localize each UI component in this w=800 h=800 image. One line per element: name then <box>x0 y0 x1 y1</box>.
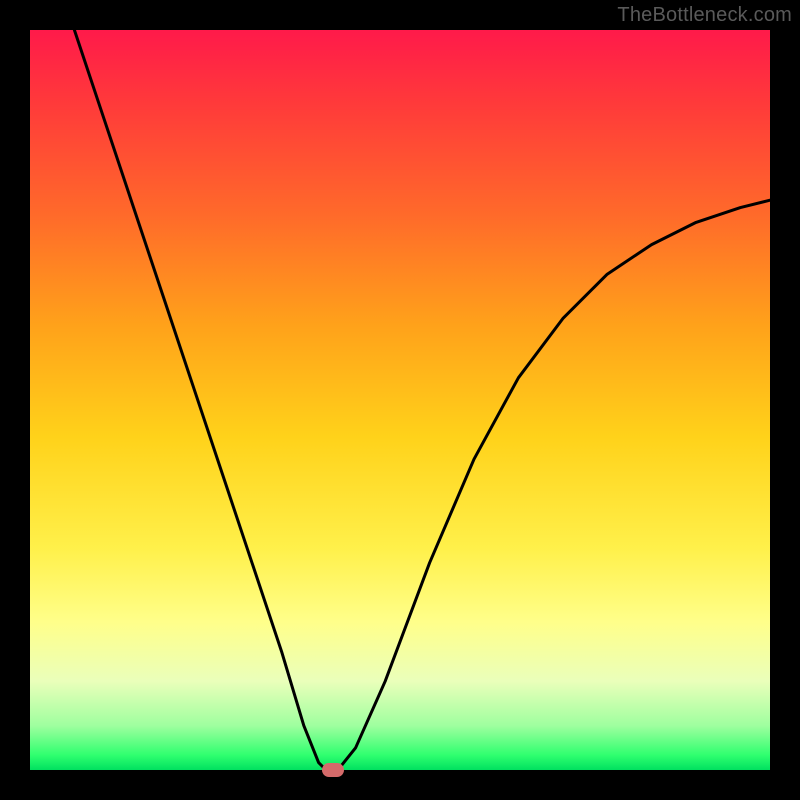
plot-area <box>30 30 770 770</box>
watermark-text: TheBottleneck.com <box>617 4 792 27</box>
bottleneck-curve <box>30 30 770 770</box>
optimal-point-marker <box>322 763 344 777</box>
chart-container: TheBottleneck.com <box>0 0 800 800</box>
